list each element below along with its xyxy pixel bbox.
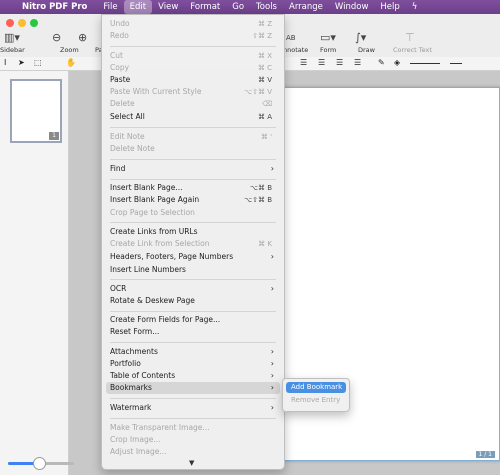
zoom-slider-knob[interactable]: [32, 457, 46, 470]
align-center-icon[interactable]: ☰: [318, 58, 325, 67]
menu-separator: [110, 311, 276, 312]
menu-item-create-form-fields[interactable]: Create Form Fields for Page...: [106, 314, 280, 326]
zoom-out-icon[interactable]: ⊖: [52, 31, 61, 44]
menu-item-find[interactable]: Find ›: [106, 163, 280, 175]
menu-item-attachments[interactable]: Attachments ›: [106, 346, 280, 358]
menu-item-delete[interactable]: Delete ⌫: [106, 98, 280, 110]
minimize-window-button[interactable]: [18, 19, 26, 27]
annotate-label: nnotate: [283, 46, 309, 54]
draw-label: Draw: [358, 46, 375, 54]
menu-separator: [110, 222, 276, 223]
menu-item-redo[interactable]: Redo ⇧⌘ Z: [106, 30, 280, 42]
submenu-item-remove-entry[interactable]: Remove Entry: [286, 395, 346, 406]
form-label: Form: [320, 46, 337, 54]
hand-icon[interactable]: ✋: [66, 58, 76, 67]
menu-separator: [110, 179, 276, 180]
correct-text-label: Correct Text: [393, 46, 432, 54]
chevron-down-icon[interactable]: ▼: [189, 459, 194, 467]
edit-menu-dropdown: Undo ⌘ Z Redo ⇧⌘ Z Cut ⌘ X Copy ⌘ C Paste ⌘ V…: [101, 14, 285, 470]
menu-item-insert-line-numbers[interactable]: Insert Line Numbers: [106, 264, 280, 276]
chevron-right-icon: ›: [270, 371, 274, 380]
menu-item-edit-note[interactable]: Edit Note ⌘ ': [106, 131, 280, 143]
menu-file[interactable]: File: [97, 0, 123, 14]
form-icon[interactable]: ▭▾: [320, 31, 336, 44]
submenu-item-add-bookmark[interactable]: Add Bookmark: [286, 382, 346, 393]
pointer-icon[interactable]: ➤: [18, 58, 25, 67]
bookmarks-submenu: Add Bookmark Remove Entry: [282, 378, 350, 412]
menu-separator: [110, 46, 276, 47]
menu-help[interactable]: Help: [374, 0, 405, 14]
menu-format[interactable]: Format: [184, 0, 226, 14]
chevron-right-icon: ›: [270, 284, 274, 293]
chevron-right-icon: ›: [270, 359, 274, 368]
align-right-icon[interactable]: ☰: [336, 58, 343, 67]
menu-item-reset-form[interactable]: Reset Form...: [106, 326, 280, 338]
menu-item-copy[interactable]: Copy ⌘ C: [106, 62, 280, 74]
menu-view[interactable]: View: [152, 0, 184, 14]
page-thumbnail[interactable]: 1: [10, 79, 62, 143]
menu-separator: [110, 159, 276, 160]
justify-icon[interactable]: ☰: [354, 58, 361, 67]
menu-separator: [110, 279, 276, 280]
fill-color-icon[interactable]: ◈: [394, 58, 400, 67]
bolt-icon[interactable]: ϟ: [406, 0, 424, 14]
thumbnail-sidebar: 1: [0, 71, 69, 475]
zoom-label: Zoom: [60, 46, 79, 54]
menu-item-undo[interactable]: Undo ⌘ Z: [106, 18, 280, 30]
menu-item-portfolio[interactable]: Portfolio ›: [106, 358, 280, 370]
close-window-button[interactable]: [6, 19, 14, 27]
zoom-in-icon[interactable]: ⊕: [78, 31, 87, 44]
menu-item-headers-footers[interactable]: Headers, Footers, Page Numbers ›: [106, 251, 280, 263]
menu-item-make-transparent-image[interactable]: Make Transparent Image...: [106, 422, 280, 434]
app-name-menu[interactable]: Nitro PDF Pro: [22, 2, 87, 12]
menu-arrange[interactable]: Arrange: [283, 0, 329, 14]
menu-item-watermark[interactable]: Watermark ›: [106, 402, 280, 414]
zoom-window-button[interactable]: [30, 19, 38, 27]
chevron-right-icon: ›: [270, 403, 274, 412]
menu-item-cut[interactable]: Cut ⌘ X: [106, 50, 280, 62]
menu-separator: [110, 398, 276, 399]
menu-bar: Nitro PDF Pro File Edit View Format Go T…: [0, 0, 500, 14]
menu-item-table-of-contents[interactable]: Table of Contents ›: [106, 370, 280, 382]
chevron-right-icon: ›: [270, 252, 274, 261]
menu-edit[interactable]: Edit: [123, 0, 153, 14]
sidebar-label: Sidebar: [0, 46, 25, 54]
menu-item-delete-note[interactable]: Delete Note: [106, 143, 280, 155]
line-width-icon[interactable]: [450, 63, 462, 64]
chevron-right-icon: ›: [270, 383, 274, 392]
draw-icon[interactable]: ∫▾: [355, 31, 366, 44]
menu-item-create-link-selection[interactable]: Create Link from Selection ⌘ K: [106, 238, 280, 250]
menu-item-insert-blank-page-again[interactable]: Insert Blank Page Again ⌥⇧⌘ B: [106, 194, 280, 206]
text-tool-icon[interactable]: AB: [286, 34, 296, 42]
menu-separator: [110, 418, 276, 419]
menu-item-rotate-deskew[interactable]: Rotate & Deskew Page: [106, 295, 280, 307]
menu-item-paste-with-style[interactable]: Paste With Current Style ⌥⇧⌘ V: [106, 86, 280, 98]
text-cursor-icon[interactable]: I: [4, 58, 6, 67]
menu-item-create-links-urls[interactable]: Create Links from URLs: [106, 226, 280, 238]
thumbnail-page-number: 1: [49, 132, 59, 140]
chevron-right-icon: ›: [270, 347, 274, 356]
selection-icon[interactable]: ⬚: [34, 58, 42, 67]
menu-window[interactable]: Window: [329, 0, 375, 14]
pen-color-icon[interactable]: ✎: [378, 58, 385, 67]
menu-item-crop-image[interactable]: Crop Image...: [106, 434, 280, 446]
menu-item-ocr[interactable]: OCR ›: [106, 283, 280, 295]
menu-item-paste[interactable]: Paste ⌘ V: [106, 74, 280, 86]
menu-item-insert-blank-page[interactable]: Insert Blank Page... ⌥⌘ B: [106, 182, 280, 194]
menu-item-crop-page[interactable]: Crop Page to Selection: [106, 207, 280, 219]
chevron-right-icon: ›: [270, 164, 274, 173]
menu-separator: [110, 342, 276, 343]
line-style-icon[interactable]: [410, 63, 440, 64]
menu-tools[interactable]: Tools: [250, 0, 283, 14]
align-left-icon[interactable]: ☰: [300, 58, 307, 67]
menu-go[interactable]: Go: [226, 0, 250, 14]
menu-item-bookmarks[interactable]: Bookmarks ›: [106, 382, 280, 394]
correct-text-icon[interactable]: ⊤: [405, 31, 415, 44]
sidebar-toggle-icon[interactable]: ▥▾: [4, 31, 20, 44]
menu-separator: [110, 127, 276, 128]
page-indicator: 1 / 1: [475, 451, 495, 458]
menu-item-adjust-image[interactable]: Adjust Image...: [106, 446, 280, 458]
menu-item-select-all[interactable]: Select All ⌘ A: [106, 111, 280, 123]
